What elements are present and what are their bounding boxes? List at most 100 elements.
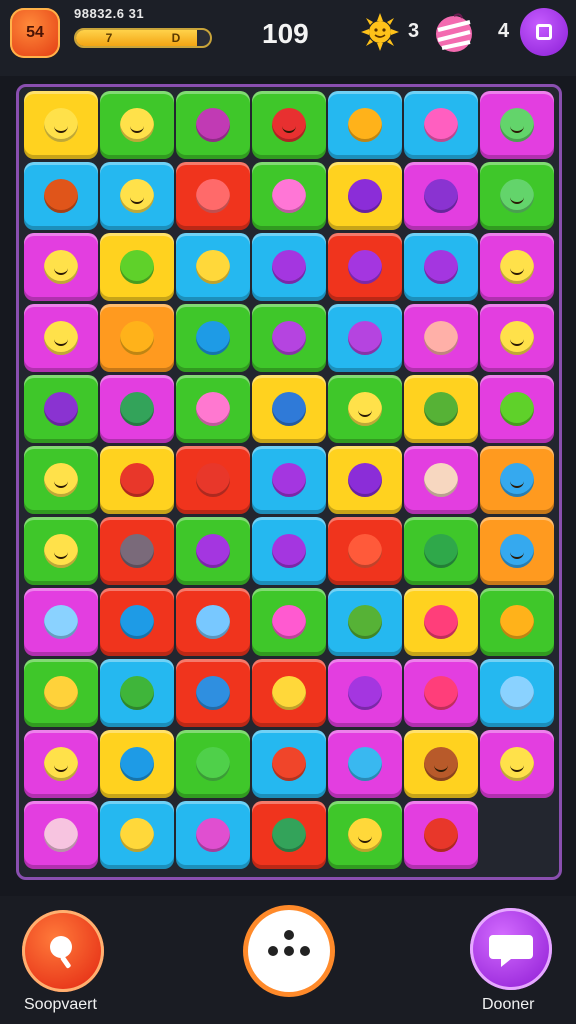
board-tile[interactable]	[100, 446, 174, 514]
board-tile[interactable]	[100, 659, 174, 727]
board-tile[interactable]	[404, 588, 478, 656]
board-tile[interactable]	[328, 659, 402, 727]
board-tile[interactable]	[24, 91, 98, 159]
board-tile[interactable]	[100, 517, 174, 585]
board-tile[interactable]	[100, 233, 174, 301]
candy-icon	[436, 13, 472, 52]
chat-button[interactable]	[470, 908, 552, 990]
board-tile[interactable]	[24, 375, 98, 443]
board-tile[interactable]	[24, 659, 98, 727]
board-tile[interactable]	[404, 304, 478, 372]
board-tile[interactable]	[328, 375, 402, 443]
board-tile[interactable]	[252, 446, 326, 514]
brick-icon	[44, 179, 78, 213]
board-tile[interactable]	[480, 730, 554, 798]
board-tile[interactable]	[328, 517, 402, 585]
board-tile[interactable]	[100, 375, 174, 443]
board-tile[interactable]	[252, 233, 326, 301]
board-tile[interactable]	[252, 304, 326, 372]
level-badge[interactable]: 54	[10, 8, 60, 58]
board-tile[interactable]	[176, 801, 250, 869]
board-tile[interactable]	[252, 91, 326, 159]
magnifier-icon	[50, 936, 72, 969]
smiley-icon	[500, 747, 534, 781]
smiley-icon	[44, 321, 78, 355]
board-tile[interactable]	[176, 304, 250, 372]
moves-counter: 109	[262, 18, 309, 49]
board-tile[interactable]	[176, 233, 250, 301]
board-tile[interactable]	[404, 162, 478, 230]
board-tile[interactable]	[176, 659, 250, 727]
board-tile[interactable]	[328, 162, 402, 230]
cube-icon	[196, 250, 230, 284]
board-tile[interactable]	[404, 233, 478, 301]
board-tile[interactable]	[24, 304, 98, 372]
board-tile[interactable]	[480, 162, 554, 230]
board-tile[interactable]	[176, 91, 250, 159]
board-tile[interactable]	[404, 801, 478, 869]
green-creature-icon	[500, 108, 534, 142]
board-tile[interactable]	[480, 233, 554, 301]
board-tile[interactable]	[328, 91, 402, 159]
board-tile[interactable]	[404, 375, 478, 443]
board-tile[interactable]	[252, 801, 326, 869]
board-tile[interactable]	[328, 588, 402, 656]
pink-ring-icon	[424, 108, 458, 142]
crayon-icon	[348, 250, 382, 284]
board-tile[interactable]	[480, 375, 554, 443]
board-tile[interactable]	[480, 659, 554, 727]
board-tile[interactable]	[100, 588, 174, 656]
board-tile[interactable]	[100, 91, 174, 159]
board-tile[interactable]	[328, 730, 402, 798]
board-tile[interactable]	[24, 588, 98, 656]
smiley-icon	[44, 463, 78, 497]
board-tile[interactable]	[480, 91, 554, 159]
board-tile[interactable]	[252, 588, 326, 656]
board-tile[interactable]	[176, 375, 250, 443]
board-tile[interactable]	[252, 162, 326, 230]
board-tile[interactable]	[404, 517, 478, 585]
board-tile[interactable]	[404, 730, 478, 798]
board-tile[interactable]	[24, 233, 98, 301]
grape-icon	[348, 463, 382, 497]
board-tile[interactable]	[176, 588, 250, 656]
bean-icon	[348, 321, 382, 355]
board-tile[interactable]	[328, 304, 402, 372]
board-tile[interactable]	[100, 162, 174, 230]
dice-button[interactable]	[248, 910, 330, 992]
star-icon	[120, 250, 154, 284]
board-tile[interactable]	[480, 517, 554, 585]
board-tile[interactable]	[100, 801, 174, 869]
board-tile[interactable]	[404, 91, 478, 159]
arrow-icon	[348, 747, 382, 781]
board-tile[interactable]	[100, 730, 174, 798]
board-tile[interactable]	[252, 517, 326, 585]
board-tile[interactable]	[480, 304, 554, 372]
menu-button[interactable]	[520, 8, 568, 56]
board-tile[interactable]	[24, 801, 98, 869]
blue-smiley-icon	[500, 534, 534, 568]
board-tile[interactable]	[328, 446, 402, 514]
board-tile[interactable]	[176, 446, 250, 514]
board-tile[interactable]	[404, 446, 478, 514]
board-tile[interactable]	[176, 162, 250, 230]
board-tile[interactable]	[328, 233, 402, 301]
board-tile[interactable]	[480, 446, 554, 514]
board-tile[interactable]	[176, 517, 250, 585]
board-tile[interactable]	[24, 162, 98, 230]
board-tile[interactable]	[404, 659, 478, 727]
board-tile[interactable]	[252, 730, 326, 798]
board-tile[interactable]	[24, 730, 98, 798]
crayon-icon	[348, 676, 382, 710]
board-tile[interactable]	[100, 304, 174, 372]
search-button[interactable]	[22, 910, 104, 992]
board-tile[interactable]	[328, 801, 402, 869]
board-tile[interactable]	[480, 588, 554, 656]
board-tile[interactable]	[24, 446, 98, 514]
board-tile[interactable]	[252, 659, 326, 727]
smiley-icon	[120, 108, 154, 142]
board-tile[interactable]	[176, 730, 250, 798]
board-tile[interactable]	[252, 375, 326, 443]
board-tile[interactable]	[24, 517, 98, 585]
duck-icon	[120, 818, 154, 852]
